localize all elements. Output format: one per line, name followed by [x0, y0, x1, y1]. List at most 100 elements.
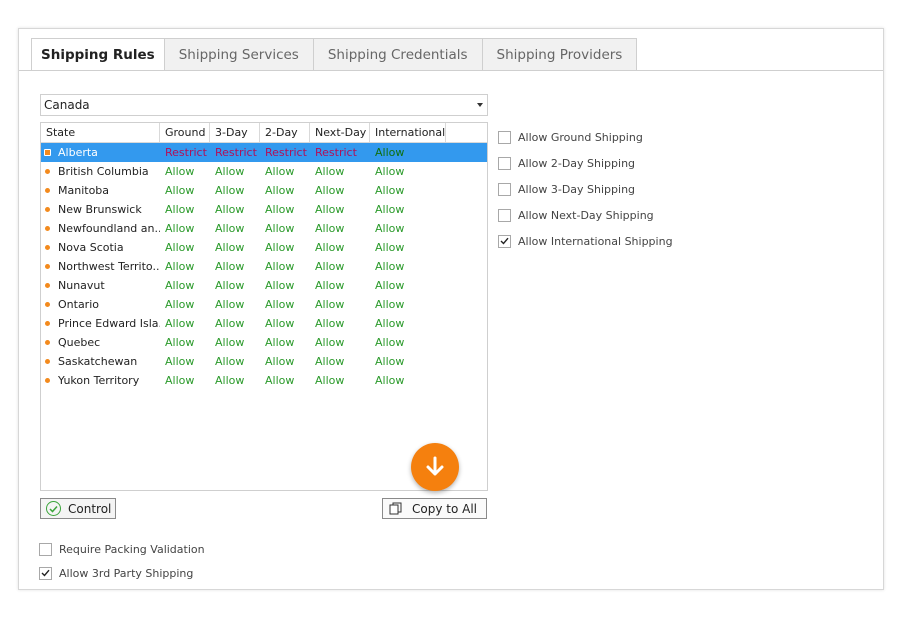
rule-cell-three-day[interactable]: Allow [210, 352, 260, 371]
tab-shipping-credentials[interactable]: Shipping Credentials [313, 38, 483, 71]
rule-cell-three-day[interactable]: Allow [210, 257, 260, 276]
rule-cell-international[interactable]: Allow [370, 181, 446, 200]
rule-cell-international[interactable]: Allow [370, 238, 446, 257]
shipping-option-row[interactable]: Allow Next-Day Shipping [498, 202, 673, 228]
rule-cell-international[interactable]: Allow [370, 162, 446, 181]
rule-cell-three-day[interactable]: Allow [210, 314, 260, 333]
tab-shipping-services[interactable]: Shipping Services [164, 38, 314, 71]
column-header-next-day[interactable]: Next-Day [310, 123, 370, 143]
rule-cell-ground[interactable]: Allow [160, 295, 210, 314]
rule-cell-two-day[interactable]: Allow [260, 333, 310, 352]
rule-cell-three-day[interactable]: Allow [210, 333, 260, 352]
table-row[interactable]: Quebec Allow Allow Allow Allow Allow [41, 333, 487, 352]
rule-cell-three-day[interactable]: Allow [210, 200, 260, 219]
rule-cell-ground[interactable]: Allow [160, 219, 210, 238]
table-row[interactable]: Alberta Restrict Restrict Restrict Restrict A… [41, 143, 487, 162]
table-row[interactable]: Manitoba Allow Allow Allow Allow Allow [41, 181, 487, 200]
rule-cell-two-day[interactable]: Allow [260, 238, 310, 257]
rule-cell-three-day[interactable]: Allow [210, 238, 260, 257]
table-row[interactable]: Nunavut Allow Allow Allow Allow Allow [41, 276, 487, 295]
shipping-option-checkbox[interactable] [498, 208, 511, 222]
rule-cell-next-day[interactable]: Allow [310, 181, 370, 200]
table-row[interactable]: Newfoundland an... Allow Allow Allow Allow Al… [41, 219, 487, 238]
shipping-option-row[interactable]: Allow 3-Day Shipping [498, 176, 673, 202]
rule-cell-two-day[interactable]: Restrict [260, 143, 310, 162]
column-header-2-day[interactable]: 2-Day [260, 123, 310, 143]
bottom-option-row[interactable]: Allow 3rd Party Shipping [39, 561, 205, 585]
scroll-down-button[interactable] [411, 443, 459, 491]
rule-cell-ground[interactable]: Allow [160, 200, 210, 219]
rule-cell-ground[interactable]: Allow [160, 257, 210, 276]
rule-cell-two-day[interactable]: Allow [260, 371, 310, 390]
rule-cell-three-day[interactable]: Allow [210, 162, 260, 181]
rule-cell-two-day[interactable]: Allow [260, 257, 310, 276]
rule-cell-international[interactable]: Allow [370, 352, 446, 371]
rule-cell-ground[interactable]: Allow [160, 314, 210, 333]
rule-cell-ground[interactable]: Allow [160, 276, 210, 295]
rule-cell-three-day[interactable]: Allow [210, 371, 260, 390]
rule-cell-next-day[interactable]: Allow [310, 352, 370, 371]
rule-cell-two-day[interactable]: Allow [260, 314, 310, 333]
rule-cell-international[interactable]: Allow [370, 314, 446, 333]
rule-cell-two-day[interactable]: Allow [260, 200, 310, 219]
table-row[interactable]: Saskatchewan Allow Allow Allow Allow Allow [41, 352, 487, 371]
rule-cell-ground[interactable]: Allow [160, 238, 210, 257]
column-header-international[interactable]: International [370, 123, 446, 143]
country-select[interactable]: Canada [40, 94, 488, 116]
rule-cell-international[interactable]: Allow [370, 371, 446, 390]
rule-cell-ground[interactable]: Allow [160, 162, 210, 181]
shipping-option-row[interactable]: Allow 2-Day Shipping [498, 150, 673, 176]
table-row[interactable]: British Columbia Allow Allow Allow Allow Allo… [41, 162, 487, 181]
rule-cell-two-day[interactable]: Allow [260, 276, 310, 295]
rule-cell-next-day[interactable]: Allow [310, 371, 370, 390]
rule-cell-next-day[interactable]: Allow [310, 219, 370, 238]
rule-cell-ground[interactable]: Allow [160, 181, 210, 200]
column-header-ground[interactable]: Ground [160, 123, 210, 143]
column-header-3-day[interactable]: 3-Day [210, 123, 260, 143]
rule-cell-next-day[interactable]: Allow [310, 200, 370, 219]
column-header-state[interactable]: State [41, 123, 160, 143]
shipping-option-row[interactable]: Allow Ground Shipping [498, 124, 673, 150]
rule-cell-international[interactable]: Allow [370, 257, 446, 276]
table-row[interactable]: Ontario Allow Allow Allow Allow Allow [41, 295, 487, 314]
rule-cell-international[interactable]: Allow [370, 200, 446, 219]
bottom-option-row[interactable]: Require Packing Validation [39, 537, 205, 561]
shipping-option-row[interactable]: Allow International Shipping [498, 228, 673, 254]
table-row[interactable]: New Brunswick Allow Allow Allow Allow Allow [41, 200, 487, 219]
rule-cell-ground[interactable]: Allow [160, 333, 210, 352]
shipping-option-checkbox[interactable] [498, 156, 511, 170]
rule-cell-international[interactable]: Allow [370, 333, 446, 352]
copy-to-all-button[interactable]: Copy to All [382, 498, 487, 519]
rule-cell-next-day[interactable]: Allow [310, 314, 370, 333]
rule-cell-ground[interactable]: Allow [160, 371, 210, 390]
bottom-option-checkbox[interactable] [39, 542, 52, 556]
shipping-option-checkbox[interactable] [498, 130, 511, 144]
rule-cell-three-day[interactable]: Restrict [210, 143, 260, 162]
rule-cell-next-day[interactable]: Allow [310, 238, 370, 257]
rule-cell-three-day[interactable]: Allow [210, 181, 260, 200]
rule-cell-two-day[interactable]: Allow [260, 219, 310, 238]
control-button[interactable]: Control [40, 498, 116, 519]
rule-cell-two-day[interactable]: Allow [260, 162, 310, 181]
rule-cell-two-day[interactable]: Allow [260, 295, 310, 314]
rule-cell-two-day[interactable]: Allow [260, 181, 310, 200]
rule-cell-three-day[interactable]: Allow [210, 219, 260, 238]
rule-cell-three-day[interactable]: Allow [210, 276, 260, 295]
rule-cell-international[interactable]: Allow [370, 295, 446, 314]
rule-cell-next-day[interactable]: Allow [310, 276, 370, 295]
table-row[interactable]: Nova Scotia Allow Allow Allow Allow Allow [41, 238, 487, 257]
rule-cell-international[interactable]: Allow [370, 276, 446, 295]
rule-cell-two-day[interactable]: Allow [260, 352, 310, 371]
table-row[interactable]: Yukon Territory Allow Allow Allow Allow Allow [41, 371, 487, 390]
rule-cell-international[interactable]: Allow [370, 219, 446, 238]
shipping-option-checkbox[interactable] [498, 234, 511, 248]
table-row[interactable]: Prince Edward Isla... Allow Allow Allow Allo… [41, 314, 487, 333]
rule-cell-three-day[interactable]: Allow [210, 295, 260, 314]
tab-shipping-rules[interactable]: Shipping Rules [31, 38, 165, 71]
tab-shipping-providers[interactable]: Shipping Providers [482, 38, 638, 71]
rule-cell-next-day[interactable]: Restrict [310, 143, 370, 162]
rule-cell-ground[interactable]: Restrict [160, 143, 210, 162]
table-row[interactable]: Northwest Territo... Allow Allow Allow Allow… [41, 257, 487, 276]
rule-cell-next-day[interactable]: Allow [310, 257, 370, 276]
rule-cell-international[interactable]: Allow [370, 143, 446, 162]
